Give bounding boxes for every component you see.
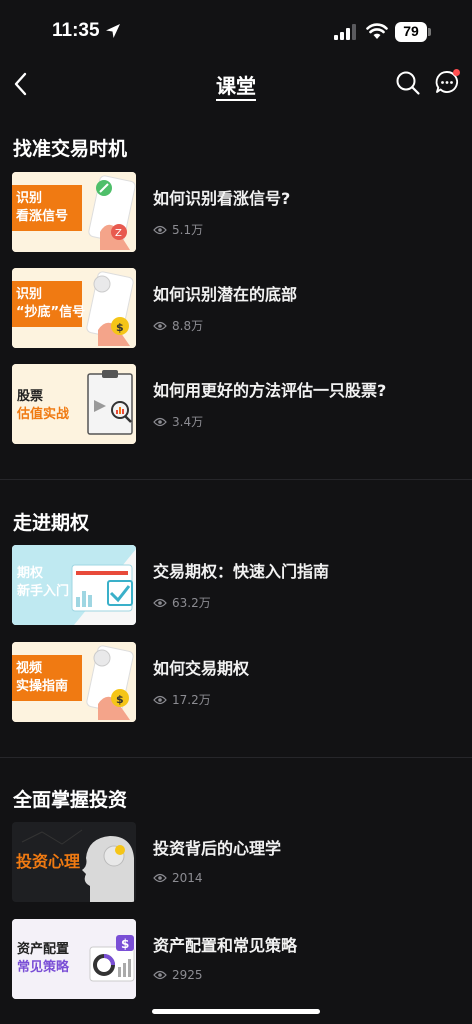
eye-icon: [153, 970, 167, 980]
section-divider: [0, 757, 472, 758]
course-item[interactable]: 期权 新手入门 交易期权：快速入门指南 63.2万: [0, 545, 472, 625]
eye-icon: [153, 225, 167, 234]
course-thumbnail: 股票 估值实战: [12, 364, 136, 444]
view-count: 2014: [153, 871, 203, 885]
wifi-icon: [366, 23, 388, 39]
battery-icon: 79: [395, 22, 433, 42]
eye-icon: [153, 417, 167, 426]
thumb-line-1: 资产配置: [17, 942, 70, 957]
signal-icon: [334, 24, 356, 40]
course-thumbnail: 投资心理: [12, 822, 136, 902]
location-arrow-icon: [106, 24, 120, 38]
eye-icon: [153, 873, 167, 883]
nav-bar: 课堂: [0, 62, 472, 108]
course-title: 如何用更好的方法评估一只股票?: [153, 381, 387, 400]
thumb-line-2: “抄底”信号: [16, 305, 86, 320]
svg-text:$: $: [116, 321, 124, 334]
thumb-line-1: 识别: [16, 287, 43, 302]
course-item[interactable]: $ 视频 实操指南 如何交易期权 17.2万: [0, 642, 472, 722]
thumb-line-2: 新手入门: [17, 584, 70, 599]
chat-button[interactable]: [434, 68, 462, 98]
course-thumbnail: Z 识别 看涨信号: [12, 172, 136, 252]
course-item[interactable]: $ 识别 “抄底”信号 如何识别潜在的底部 8.8万: [0, 268, 472, 348]
course-item[interactable]: $ 资产配置 常见策略 资产配置和常见策略 2925: [0, 919, 472, 999]
view-count: 3.4万: [153, 413, 203, 430]
search-icon[interactable]: [395, 70, 421, 96]
eye-icon: [153, 321, 167, 330]
course-title: 如何识别看涨信号?: [153, 189, 291, 208]
view-count: 2925: [153, 968, 203, 982]
svg-text:Z: Z: [115, 228, 122, 239]
view-count: 17.2万: [153, 691, 211, 708]
status-time: 11:35: [52, 20, 100, 41]
course-item[interactable]: Z 识别 看涨信号 如何识别看涨信号? 5.1万: [0, 172, 472, 252]
view-count: 63.2万: [153, 594, 211, 611]
thumb-line-2: 看涨信号: [16, 209, 69, 224]
course-title: 资产配置和常见策略: [153, 936, 298, 955]
thumb-line-1: 股票: [17, 389, 44, 404]
course-title: 投资背后的心理学: [153, 839, 282, 858]
section-divider: [0, 479, 472, 480]
view-count: 8.8万: [153, 317, 203, 334]
course-thumbnail: $ 资产配置 常见策略: [12, 919, 136, 999]
battery-level: 79: [403, 23, 419, 39]
course-thumbnail: 期权 新手入门: [12, 545, 136, 625]
thumb-line-2: 常见策略: [17, 960, 70, 975]
course-thumbnail: $ 识别 “抄底”信号: [12, 268, 136, 348]
thumb-line-2: 实操指南: [16, 679, 69, 694]
thumb-line-1: 投资心理: [16, 852, 81, 871]
home-indicator[interactable]: [152, 1009, 320, 1014]
notification-dot: [453, 69, 460, 76]
svg-text:$: $: [116, 693, 124, 706]
thumb-line-2: 估值实战: [17, 407, 70, 422]
status-bar: 11:35 79: [0, 0, 472, 62]
course-title: 如何识别潜在的底部: [153, 285, 298, 304]
thumb-line-1: 视频: [16, 661, 43, 676]
course-thumbnail: $ 视频 实操指南: [12, 642, 136, 722]
svg-text:$: $: [121, 937, 129, 951]
thumb-line-1: 识别: [16, 191, 43, 206]
eye-icon: [153, 695, 167, 704]
section-title: 全面掌握投资: [13, 789, 128, 811]
course-item[interactable]: 股票 估值实战 如何用更好的方法评估一只股票? 3.4万: [0, 364, 472, 444]
section-title: 走进期权: [13, 512, 90, 534]
eye-icon: [153, 598, 167, 607]
view-count: 5.1万: [153, 221, 203, 238]
course-title: 交易期权：快速入门指南: [153, 562, 330, 581]
thumb-line-1: 期权: [17, 566, 44, 581]
section-title: 找准交易时机: [13, 138, 128, 160]
course-title: 如何交易期权: [153, 659, 250, 678]
course-item[interactable]: 投资心理 投资背后的心理学 2014: [0, 822, 472, 902]
